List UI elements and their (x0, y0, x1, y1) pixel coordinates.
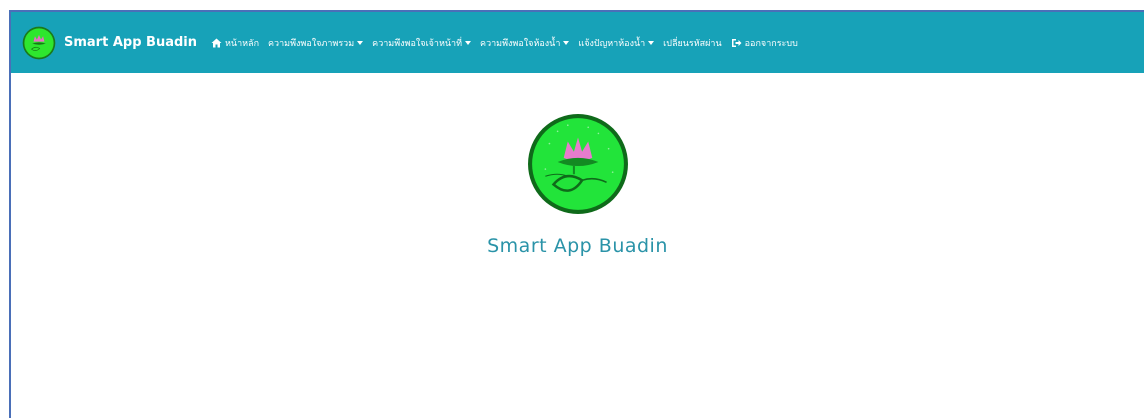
nav-item-label: หน้าหลัก (224, 38, 260, 49)
nav-item-label: ความพึงพอใจภาพรวม (268, 38, 355, 49)
browser-frame: Smart App Buadin หน้าหลัก ความพึงพอใจภาพ… (9, 10, 1144, 418)
nav-item-logout[interactable]: ออกจากระบบ (731, 36, 798, 50)
caret-down-icon (465, 40, 472, 45)
caret-down-icon (563, 40, 570, 45)
navbar-brand[interactable]: Smart App Buadin (22, 26, 197, 60)
nav-item-overall-satisfaction[interactable]: ความพึงพอใจภาพรวม (268, 36, 364, 50)
logout-icon (731, 38, 742, 48)
nav-item-label: ความพึงพอใจเจ้าหน้าที่ (372, 38, 463, 49)
caret-down-icon (357, 40, 364, 45)
main-content: Smart App Buadin (11, 73, 1144, 418)
nav-item-restroom-satisfaction[interactable]: ความพึงพอใจห้องน้ำ (480, 36, 570, 50)
top-navbar: Smart App Buadin หน้าหลัก ความพึงพอใจภาพ… (11, 12, 1144, 73)
nav-item-change-password[interactable]: เปลี่ยนรหัสผ่าน (663, 36, 721, 50)
home-icon (211, 38, 222, 48)
nav-item-label: ออกจากระบบ (744, 38, 798, 49)
nav-menu: หน้าหลัก ความพึงพอใจภาพรวม ความพึงพอใจเจ… (211, 36, 807, 50)
nav-item-home[interactable]: หน้าหลัก (211, 36, 259, 50)
lotus-logo-icon (528, 114, 628, 214)
nav-item-label: แจ้งปัญหาห้องน้ำ (578, 38, 646, 49)
nav-item-report-restroom-issue[interactable]: แจ้งปัญหาห้องน้ำ (578, 36, 655, 50)
lotus-logo-icon (22, 26, 56, 59)
caret-down-icon (648, 40, 655, 45)
brand-label: Smart App Buadin (64, 35, 197, 50)
page-title: Smart App Buadin (487, 235, 668, 257)
nav-item-staff-satisfaction[interactable]: ความพึงพอใจเจ้าหน้าที่ (372, 36, 472, 50)
nav-item-label: เปลี่ยนรหัสผ่าน (663, 38, 722, 49)
nav-item-label: ความพึงพอใจห้องน้ำ (480, 38, 561, 49)
